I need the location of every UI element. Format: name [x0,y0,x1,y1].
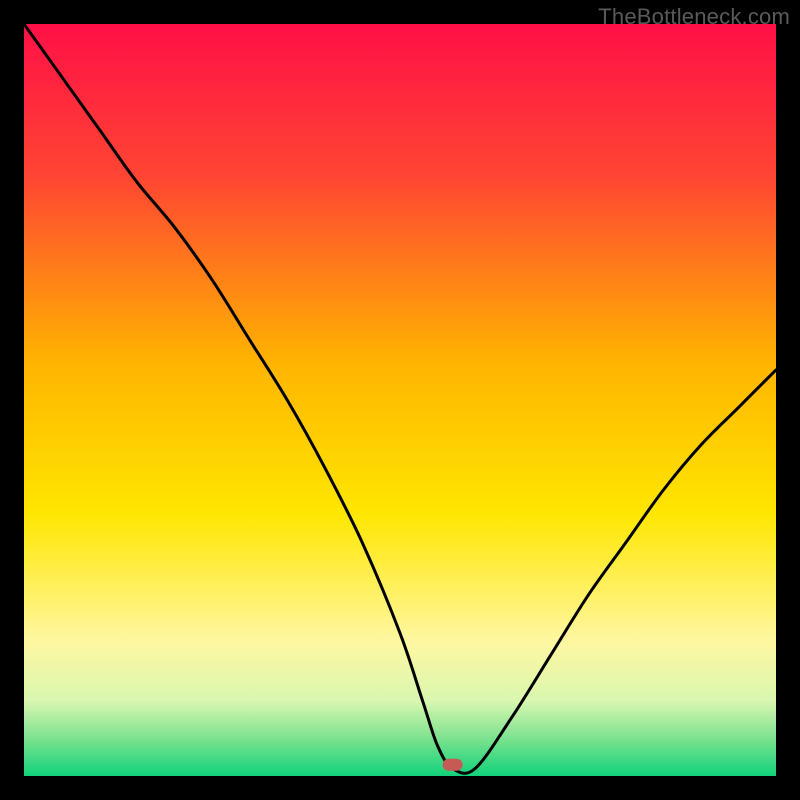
optimal-marker [443,759,463,771]
plot-area [24,24,776,776]
outer-frame: TheBottleneck.com [0,0,800,800]
chart-background [24,24,776,776]
chart-svg [24,24,776,776]
